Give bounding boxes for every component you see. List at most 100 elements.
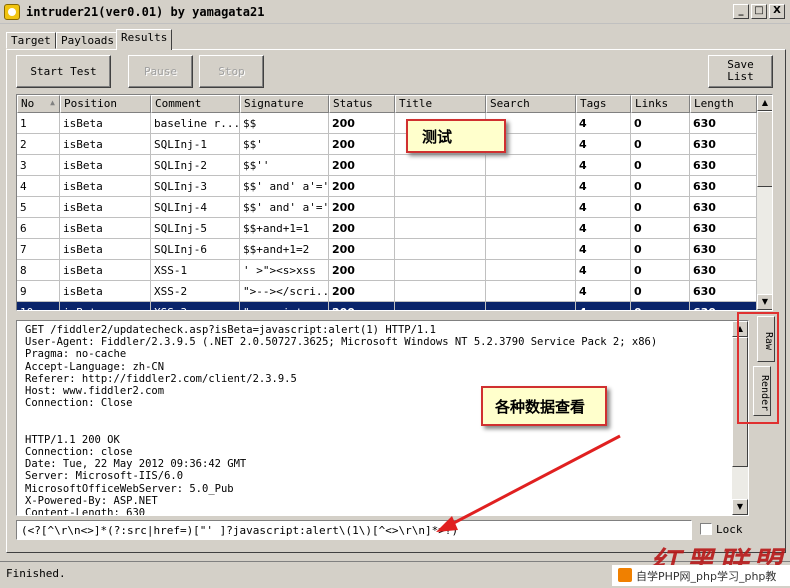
table-cell: 200 xyxy=(329,281,395,302)
table-row[interactable]: 2 isBeta SQLInj-1 $$' 200 4 0 630 xyxy=(17,134,757,155)
column-header-status[interactable]: Status xyxy=(329,95,395,113)
column-header-signature[interactable]: Signature xyxy=(240,95,329,113)
table-row[interactable]: 8 isBeta XSS-1 ' >"><s>xss 200 4 0 630 xyxy=(17,260,757,281)
table-row[interactable]: 10isBetaXSS-3"><script>200 40630 xyxy=(17,302,757,310)
stop-button[interactable]: Stop xyxy=(199,55,264,88)
table-cell: 630 xyxy=(690,113,757,134)
table-cell: 4 xyxy=(576,218,631,239)
tab-payloads[interactable]: Payloads xyxy=(56,32,119,49)
table-cell: isBeta xyxy=(60,302,151,310)
column-header-comment[interactable]: Comment xyxy=(151,95,240,113)
app-icon xyxy=(4,4,20,20)
start-test-label: Start Test xyxy=(30,65,97,78)
table-cell: 4 xyxy=(576,113,631,134)
table-cell xyxy=(395,218,486,239)
column-header-search[interactable]: Search xyxy=(486,95,576,113)
table-cell xyxy=(395,176,486,197)
sort-ascending-icon: ▲ xyxy=(50,98,55,107)
start-test-button[interactable]: Start Test xyxy=(16,55,111,88)
table-cell xyxy=(395,302,486,310)
table-cell: 1 xyxy=(17,113,60,134)
table-cell xyxy=(395,155,486,176)
table-cell: 0 xyxy=(631,218,690,239)
table-cell xyxy=(395,260,486,281)
annotation-test: 测试 xyxy=(406,119,506,153)
table-cell: "><script> xyxy=(240,302,329,310)
table-cell: 6 xyxy=(17,218,60,239)
scroll-down-icon[interactable]: ▼ xyxy=(732,499,748,515)
table-cell: XSS-1 xyxy=(151,260,240,281)
tab-target[interactable]: Target xyxy=(6,32,56,49)
regex-search-input[interactable]: (<?[^\r\n<>]*(?:src|href=)["' ]?javascri… xyxy=(16,520,692,540)
table-cell: 630 xyxy=(690,218,757,239)
table-cell: XSS-2 xyxy=(151,281,240,302)
title-bar: intruder21(ver0.01) by yamagata21 _ □ X xyxy=(0,0,790,24)
table-cell: SQLInj-5 xyxy=(151,218,240,239)
close-button[interactable]: X xyxy=(769,4,785,19)
table-cell: SQLInj-6 xyxy=(151,239,240,260)
table-cell: 630 xyxy=(690,302,757,310)
table-row[interactable]: 5isBetaSQLInj-4$$' and' a'=' b200 40630 xyxy=(17,197,757,218)
table-cell: 200 xyxy=(329,155,395,176)
table-cell: 4 xyxy=(576,134,631,155)
table-cell: 200 xyxy=(329,134,395,155)
scroll-up-icon[interactable]: ▲ xyxy=(757,95,772,111)
table-cell: isBeta xyxy=(60,155,151,176)
pause-button[interactable]: Pause xyxy=(128,55,193,88)
table-row[interactable]: 9 isBeta XSS-2 ">--></scri... 200 4 0 630 xyxy=(17,281,757,302)
tab-raw[interactable]: Raw xyxy=(757,316,775,362)
minimize-button[interactable]: _ xyxy=(733,4,749,19)
table-scrollbar[interactable]: ▲ ▼ xyxy=(757,95,772,310)
table-cell: isBeta xyxy=(60,260,151,281)
table-cell: 630 xyxy=(690,155,757,176)
table-header: No ▲ Position Comment Signature Status Ti… xyxy=(17,95,757,113)
table-row[interactable]: 7 isBeta SQLInj-6 $$+and+1=2 200 4 0 630 xyxy=(17,239,757,260)
table-row[interactable]: 1 isBeta baseline r... $$ 200 4 0 630 xyxy=(17,113,757,134)
table-cell: 200 xyxy=(329,218,395,239)
table-cell: 630 xyxy=(690,281,757,302)
scroll-thumb[interactable] xyxy=(757,111,772,187)
table-cell: baseline r... xyxy=(151,113,240,134)
table-cell: 0 xyxy=(631,260,690,281)
table-cell: 4 xyxy=(576,155,631,176)
tab-render[interactable]: Render xyxy=(753,366,771,416)
table-cell: 630 xyxy=(690,197,757,218)
table-cell: 630 xyxy=(690,239,757,260)
save-list-button[interactable]: Save List xyxy=(708,55,773,88)
column-header-links[interactable]: Links xyxy=(631,95,690,113)
table-cell: $$+and+1=1 xyxy=(240,218,329,239)
raw-detail-view[interactable]: GET /fiddler2/updatecheck.asp?isBeta=jav… xyxy=(16,320,749,516)
table-cell: $$' and' a'=' a xyxy=(240,176,329,197)
table-cell xyxy=(486,176,576,197)
column-header-no[interactable]: No ▲ xyxy=(17,95,60,113)
table-cell: 630 xyxy=(690,134,757,155)
table-cell xyxy=(486,197,576,218)
table-cell: 2 xyxy=(17,134,60,155)
column-header-title[interactable]: Title xyxy=(395,95,486,113)
column-header-position[interactable]: Position xyxy=(60,95,151,113)
table-cell: $$' xyxy=(240,134,329,155)
table-cell: 0 xyxy=(631,134,690,155)
table-cell xyxy=(486,239,576,260)
table-cell: isBeta xyxy=(60,134,151,155)
column-header-tags[interactable]: Tags xyxy=(576,95,631,113)
table-cell: 0 xyxy=(631,155,690,176)
table-row[interactable]: 6 isBeta SQLInj-5 $$+and+1=1 200 4 0 630 xyxy=(17,218,757,239)
table-cell: 200 xyxy=(329,176,395,197)
tab-results[interactable]: Results xyxy=(116,29,173,50)
table-cell: 0 xyxy=(631,197,690,218)
lock-checkbox[interactable] xyxy=(700,523,712,535)
table-row[interactable]: 3 isBeta SQLInj-2 $$'' 200 4 0 630 xyxy=(17,155,757,176)
list-label: List xyxy=(727,70,754,83)
column-header-length[interactable]: Length xyxy=(690,95,757,113)
table-cell: isBeta xyxy=(60,113,151,134)
table-cell: isBeta xyxy=(60,218,151,239)
table-cell xyxy=(486,155,576,176)
table-cell: 4 xyxy=(576,281,631,302)
watermark-site-label: 自学PHP网_php学习_php教 xyxy=(636,570,777,583)
maximize-button[interactable]: □ xyxy=(751,4,767,19)
table-cell: 0 xyxy=(631,281,690,302)
scroll-down-icon[interactable]: ▼ xyxy=(757,294,772,310)
table-row[interactable]: 4isBetaSQLInj-3$$' and' a'=' a20040630 xyxy=(17,176,757,197)
table-cell: 200 xyxy=(329,239,395,260)
